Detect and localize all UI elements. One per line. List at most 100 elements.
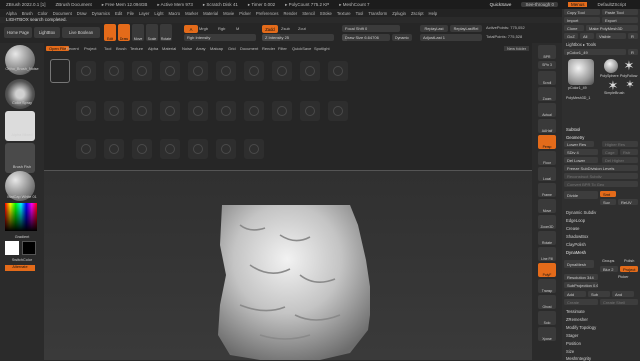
edit-button[interactable]: Edit <box>104 24 116 41</box>
lightbox-item[interactable] <box>76 139 96 159</box>
tab-recent[interactable]: Recent <box>66 46 79 51</box>
lightbox-item[interactable] <box>272 101 292 121</box>
mrgb-button[interactable]: Mrgb <box>199 26 208 31</box>
secondary-color-swatch[interactable] <box>22 241 36 255</box>
new-folder-button[interactable]: New folder <box>504 46 530 51</box>
picker-button[interactable]: Picker <box>618 275 629 279</box>
line-fill-button[interactable]: Line Fill <box>538 247 556 261</box>
solo-button[interactable]: Solo <box>538 311 556 325</box>
polysphere-thumbnail[interactable] <box>604 59 618 73</box>
claypolish-header[interactable]: ClayPolish <box>566 242 586 247</box>
folder-icon[interactable] <box>50 59 70 83</box>
menu-stroke[interactable]: Stroke <box>320 11 332 16</box>
position-header[interactable]: Position <box>566 341 581 346</box>
scale-button[interactable]: Scale <box>146 24 158 41</box>
menu-texture[interactable]: Texture <box>337 11 351 16</box>
rgb-button[interactable]: Rgb <box>218 26 225 31</box>
meshintegrity-header[interactable]: MeshIntegrity <box>566 356 591 361</box>
xpose-button[interactable]: Xpose <box>538 327 556 341</box>
tessimate-header[interactable]: Tessimate <box>566 309 585 314</box>
crease-header[interactable]: Crease <box>566 226 580 231</box>
del-lower-button[interactable]: Del Lower <box>564 157 598 163</box>
add-button[interactable]: Add <box>564 291 586 297</box>
tab-quicksave[interactable]: QuickSave <box>292 46 311 51</box>
tab-document[interactable]: Document <box>240 46 258 51</box>
primary-color-swatch[interactable] <box>5 241 19 255</box>
menu-layer[interactable]: Layer <box>139 11 149 16</box>
lightbox-item[interactable] <box>132 101 152 121</box>
menu-tool[interactable]: Tool <box>356 11 364 16</box>
menu-picker[interactable]: Picker <box>239 11 251 16</box>
dynamesh-button[interactable]: DynaMesh <box>564 260 594 268</box>
adjust-last-slider[interactable]: AdjustLast 1 <box>420 34 482 41</box>
tab-render[interactable]: Render <box>262 46 275 51</box>
tab-filter[interactable]: Filter <box>278 46 287 51</box>
m-button[interactable]: M <box>236 26 239 31</box>
zremesher-header[interactable]: ZRemesher <box>566 317 588 322</box>
rgb-intensity-slider[interactable]: Rgb Intensity <box>184 34 256 41</box>
menu-draw[interactable]: Draw <box>77 11 87 16</box>
lightbox-item[interactable] <box>104 101 124 121</box>
menu-material[interactable]: Material <box>203 11 218 16</box>
lightbox-item[interactable] <box>328 101 348 121</box>
create-button[interactable]: Create <box>564 299 598 305</box>
lightbox-item[interactable] <box>300 61 320 81</box>
menu-render[interactable]: Render <box>283 11 297 16</box>
menu-file[interactable]: File <box>127 11 134 16</box>
reuv-button[interactable]: ReUV <box>618 199 638 205</box>
higher-res-button[interactable]: Higher Res <box>602 141 638 147</box>
del-higher-button[interactable]: Del Higher <box>602 157 638 163</box>
lightbox-item[interactable] <box>132 139 152 159</box>
menu-marker[interactable]: Marker <box>185 11 198 16</box>
lightbox-item[interactable] <box>216 139 236 159</box>
lightbox-item[interactable] <box>244 139 264 159</box>
create-shell-button[interactable]: Create Shell <box>600 299 638 305</box>
and-button[interactable]: And <box>612 291 634 297</box>
dynamesh-header[interactable]: DynaMesh <box>566 250 586 255</box>
bpr-button[interactable]: BPR <box>538 45 556 59</box>
tab-grid[interactable]: Grid <box>228 46 236 51</box>
home-page-button[interactable]: Home Page <box>4 27 32 38</box>
visible-button[interactable]: Visible <box>596 33 626 39</box>
polish-button[interactable]: Polish <box>624 259 634 263</box>
zcut-button[interactable]: Zcut <box>298 26 306 31</box>
live-boolean-button[interactable]: Live Boolean <box>62 27 100 38</box>
suv-button[interactable]: Suv <box>600 199 616 205</box>
tab-noise[interactable]: Noise <box>182 46 192 51</box>
sub-button[interactable]: Sub <box>588 291 610 297</box>
move-button[interactable]: Move <box>132 24 144 41</box>
rstr-button[interactable]: Rstr <box>620 149 638 155</box>
zsub-button[interactable]: Zsub <box>281 26 290 31</box>
replay-last-rel-button[interactable]: ReplayLastRel <box>450 25 482 32</box>
replay-last-button[interactable]: ReplayLast <box>420 25 448 32</box>
transp-button[interactable]: Transp <box>538 279 556 293</box>
zadd-button[interactable]: Zadd <box>262 25 278 33</box>
rotate-view-button[interactable]: Rotate <box>538 231 556 245</box>
see-through-slider[interactable]: See-through 0 <box>521 2 558 7</box>
sdiv-slider[interactable]: SDiv 4 <box>564 149 598 155</box>
ghost-button[interactable]: Ghost <box>538 295 556 309</box>
r-button[interactable]: R <box>628 33 638 39</box>
default-zscript-button[interactable]: DefaultZScript <box>597 2 626 7</box>
freeze-subdiv-button[interactable]: Freeze SubDivision Levels <box>564 165 638 171</box>
local-button[interactable]: Local <box>538 167 556 181</box>
menu-zplugin[interactable]: Zplugin <box>392 11 406 16</box>
edgeloop-header[interactable]: EdgeLoop <box>566 218 585 223</box>
tab-texture[interactable]: Texture <box>130 46 143 51</box>
move-view-button[interactable]: Move <box>538 199 556 213</box>
lightbox-item[interactable] <box>104 61 124 81</box>
paste-tool-button[interactable]: Paste Tool <box>602 9 638 15</box>
project-button[interactable]: Project <box>620 266 638 272</box>
menu-alpha[interactable]: Alpha <box>6 11 17 16</box>
size-header[interactable]: Size <box>566 349 574 354</box>
cage-button[interactable]: Cage <box>602 149 618 155</box>
aahalf-button[interactable]: AAHalf <box>538 119 556 133</box>
export-button[interactable]: Export <box>602 17 638 23</box>
menu-movie[interactable]: Movie <box>223 11 234 16</box>
shadowbox-header[interactable]: ShadowBox <box>566 234 588 239</box>
floor-button[interactable]: Floor <box>538 151 556 165</box>
subprojection-slider[interactable]: SubProjection 0.6 <box>564 282 598 288</box>
tab-spotlight[interactable]: Spotlight <box>314 46 330 51</box>
dynamic-subdiv-header[interactable]: Dynamic Subdiv <box>566 210 596 215</box>
lightbox-item[interactable] <box>76 61 96 81</box>
